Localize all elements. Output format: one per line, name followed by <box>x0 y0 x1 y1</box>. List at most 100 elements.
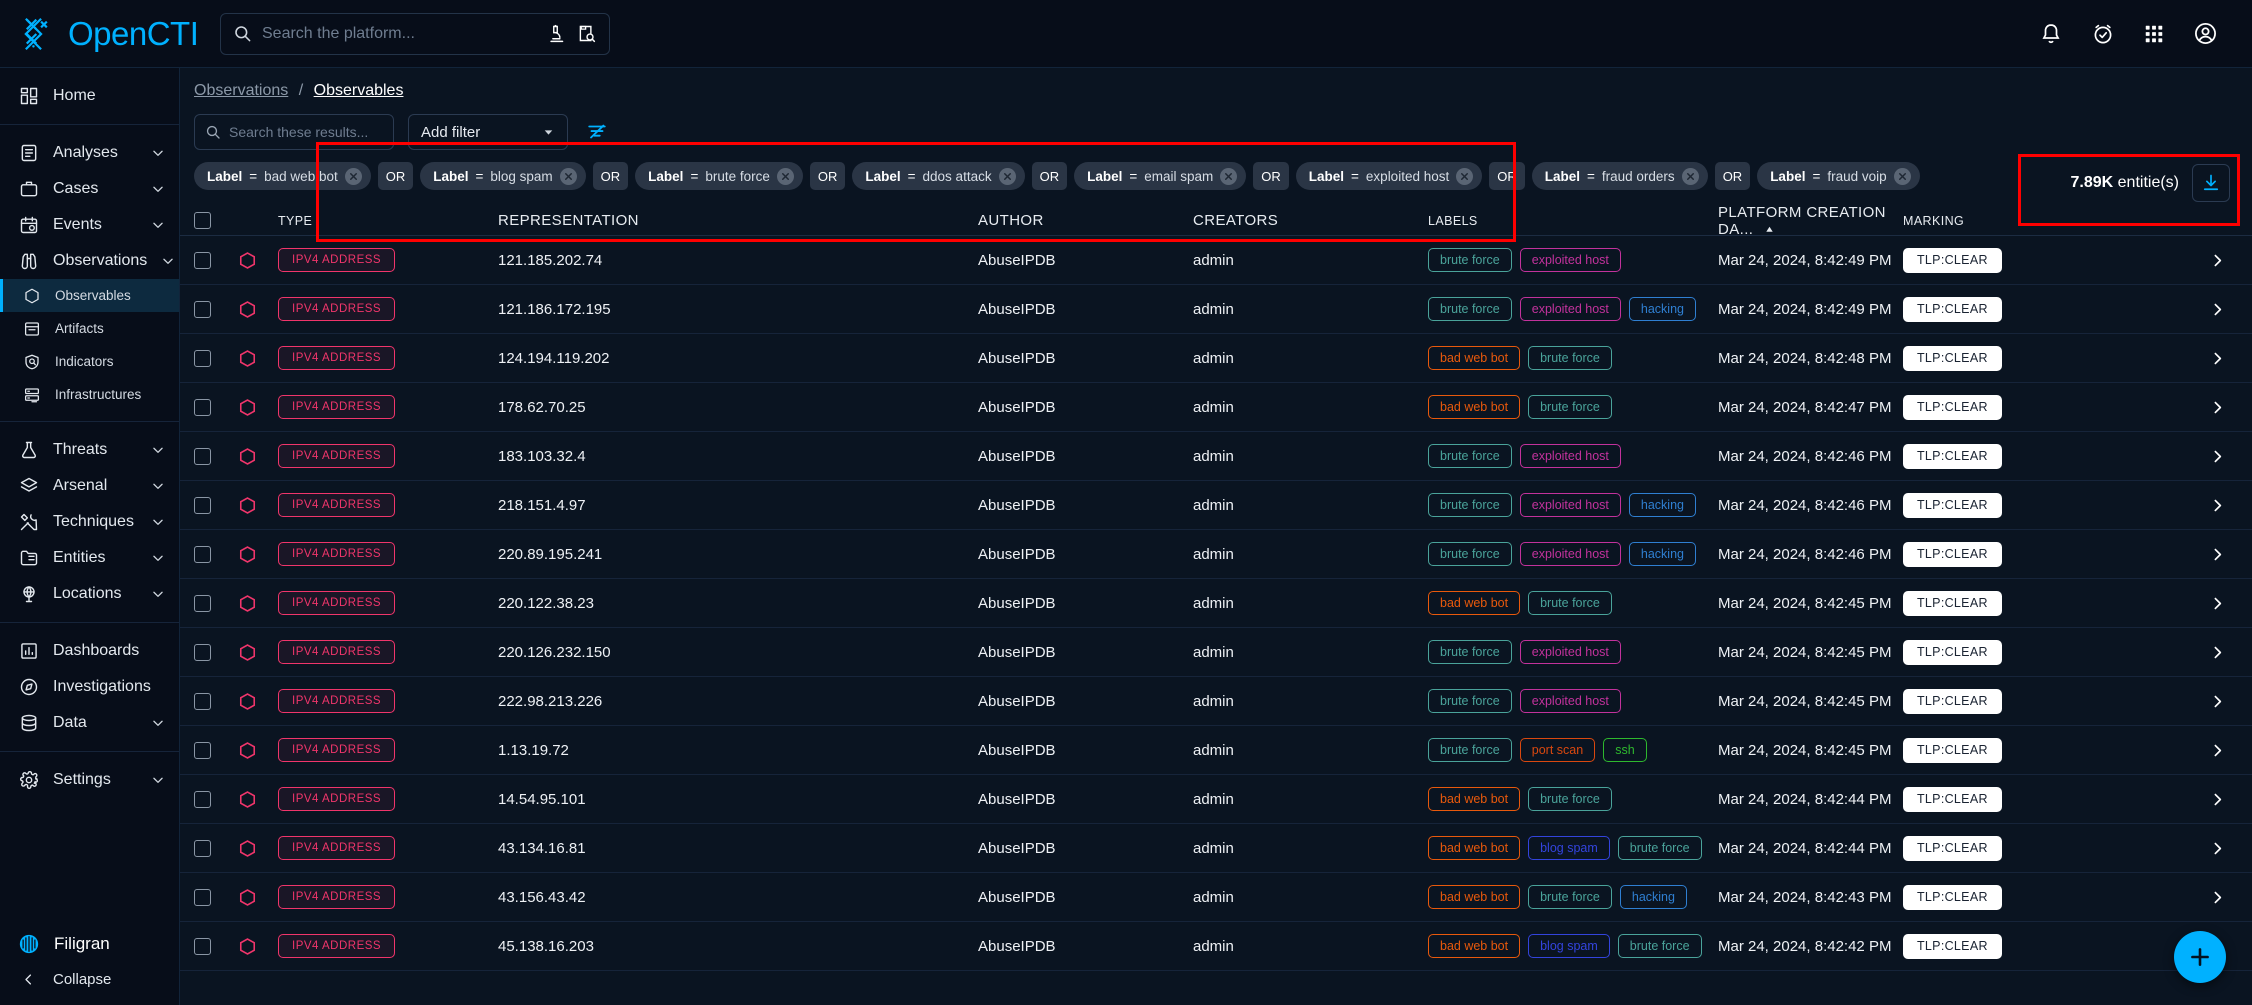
select-all-checkbox[interactable] <box>194 212 211 229</box>
label-pill[interactable]: hacking <box>1628 542 1696 566</box>
filter-operator[interactable]: OR <box>377 162 414 190</box>
sidebar-item-settings[interactable]: Settings <box>0 762 179 798</box>
label-pill[interactable]: exploited host <box>1519 297 1621 321</box>
table-row[interactable]: IPV4 ADDRESS 121.185.202.74 AbuseIPDB admin… <box>180 236 2252 285</box>
label-pill[interactable]: hacking <box>1619 885 1687 909</box>
sidebar-item-threats[interactable]: Threats <box>0 432 179 468</box>
label-pill[interactable]: brute force <box>1428 248 1512 272</box>
label-pill[interactable]: bad web bot <box>1428 591 1521 615</box>
breadcrumb-parent[interactable]: Observations <box>194 82 288 99</box>
label-pill[interactable]: bad web bot <box>1428 395 1521 419</box>
results-search-input[interactable] <box>229 124 383 140</box>
row-open-chevron-icon[interactable] <box>2083 497 2252 514</box>
label-pill[interactable]: exploited host <box>1519 493 1621 517</box>
row-checkbox[interactable] <box>194 692 211 710</box>
row-checkbox[interactable] <box>194 349 211 367</box>
sidebar-item-artifacts[interactable]: Artifacts <box>0 312 179 345</box>
chevron-down-icon[interactable] <box>161 254 175 268</box>
label-pill[interactable]: exploited host <box>1519 248 1621 272</box>
header-labels[interactable]: Labels <box>1428 214 1718 228</box>
sidebar-collapse-button[interactable]: Collapse <box>0 963 179 995</box>
header-creators[interactable]: Creators <box>1193 212 1428 229</box>
table-row[interactable]: IPV4 ADDRESS 1.13.19.72 AbuseIPDB admin brut… <box>180 726 2252 775</box>
filter-chip-remove-icon[interactable] <box>1681 167 1699 185</box>
chevron-down-icon[interactable] <box>151 551 165 565</box>
clear-filters-button[interactable] <box>582 121 612 143</box>
sidebar-item-locations[interactable]: Locations <box>0 576 179 612</box>
label-pill[interactable]: hacking <box>1628 297 1696 321</box>
sidebar-item-cases[interactable]: Cases <box>0 171 179 207</box>
label-pill[interactable]: port scan <box>1519 738 1596 762</box>
label-pill[interactable]: brute force <box>1428 738 1512 762</box>
chevron-down-icon[interactable] <box>151 479 165 493</box>
notifications-bell-icon[interactable] <box>2039 22 2063 46</box>
label-pill[interactable]: hacking <box>1628 493 1696 517</box>
row-open-chevron-icon[interactable] <box>2083 889 2252 906</box>
label-pill[interactable]: blog spam <box>1528 934 1610 958</box>
label-pill[interactable]: bad web bot <box>1428 836 1521 860</box>
chevron-down-icon[interactable] <box>151 773 165 787</box>
row-open-chevron-icon[interactable] <box>2083 840 2252 857</box>
filter-chip-remove-icon[interactable] <box>1893 167 1911 185</box>
filter-chip-remove-icon[interactable] <box>559 167 577 185</box>
filter-chip[interactable]: Label = fraud orders <box>1531 162 1708 190</box>
table-row[interactable]: IPV4 ADDRESS 220.89.195.241 AbuseIPDB admin… <box>180 530 2252 579</box>
table-row[interactable]: IPV4 ADDRESS 220.122.38.23 AbuseIPDB admin b… <box>180 579 2252 628</box>
header-platform-creation-date[interactable]: Platform creation da... <box>1718 206 1903 238</box>
sidebar-item-analyses[interactable]: Analyses <box>0 135 179 171</box>
filter-chip-remove-icon[interactable] <box>344 167 362 185</box>
table-row[interactable]: IPV4 ADDRESS 43.134.16.81 AbuseIPDB admin ba… <box>180 824 2252 873</box>
row-open-chevron-icon[interactable] <box>2083 693 2252 710</box>
filter-operator[interactable]: OR <box>1714 162 1751 190</box>
label-pill[interactable]: brute force <box>1428 689 1512 713</box>
filter-chip[interactable]: Label = bad web bot <box>194 162 371 190</box>
filter-chip[interactable]: Label = ddos attack <box>852 162 1025 190</box>
label-pill[interactable]: blog spam <box>1528 836 1610 860</box>
filter-operator[interactable]: OR <box>1253 162 1289 190</box>
label-pill[interactable]: brute force <box>1528 885 1612 909</box>
row-open-chevron-icon[interactable] <box>2083 448 2252 465</box>
table-row[interactable]: IPV4 ADDRESS 220.126.232.150 AbuseIPDB admi… <box>180 628 2252 677</box>
row-open-chevron-icon[interactable] <box>2083 644 2252 661</box>
row-open-chevron-icon[interactable] <box>2083 301 2252 318</box>
row-open-chevron-icon[interactable] <box>2083 546 2252 563</box>
table-row[interactable]: IPV4 ADDRESS 14.54.95.101 AbuseIPDB admin ba… <box>180 775 2252 824</box>
label-pill[interactable]: bad web bot <box>1428 346 1521 370</box>
row-open-chevron-icon[interactable] <box>2083 938 2252 955</box>
filter-chip[interactable]: Label = brute force <box>635 162 803 190</box>
sidebar-item-events[interactable]: Events <box>0 207 179 243</box>
table-row[interactable]: IPV4 ADDRESS 121.186.172.195 AbuseIPDB admi… <box>180 285 2252 334</box>
row-open-chevron-icon[interactable] <box>2083 399 2252 416</box>
label-pill[interactable]: brute force <box>1428 444 1512 468</box>
account-avatar-icon[interactable] <box>2193 21 2218 46</box>
filter-chip[interactable]: Label = fraud voip <box>1757 162 1920 190</box>
label-pill[interactable]: brute force <box>1428 493 1512 517</box>
sidebar-item-techniques[interactable]: Techniques <box>0 504 179 540</box>
chevron-down-icon[interactable] <box>151 716 165 730</box>
label-pill[interactable]: exploited host <box>1519 689 1621 713</box>
filter-chip[interactable]: Label = blog spam <box>420 162 586 190</box>
alarm-check-icon[interactable] <box>2091 22 2115 46</box>
table-row[interactable]: IPV4 ADDRESS 218.151.4.97 AbuseIPDB admin br… <box>180 481 2252 530</box>
chevron-down-icon[interactable] <box>151 182 165 196</box>
filter-operator[interactable]: OR <box>592 162 629 190</box>
table-row[interactable]: IPV4 ADDRESS 45.138.16.203 AbuseIPDB admin b… <box>180 922 2252 971</box>
table-row[interactable]: IPV4 ADDRESS 43.156.43.42 AbuseIPDB admin ba… <box>180 873 2252 922</box>
label-pill[interactable]: bad web bot <box>1428 934 1521 958</box>
label-pill[interactable]: brute force <box>1528 346 1612 370</box>
row-checkbox[interactable] <box>194 398 211 416</box>
row-checkbox[interactable] <box>194 594 211 612</box>
filter-operator[interactable]: OR <box>1489 162 1525 190</box>
label-pill[interactable]: exploited host <box>1519 444 1621 468</box>
label-pill[interactable]: bad web bot <box>1428 885 1521 909</box>
label-pill[interactable]: brute force <box>1428 297 1512 321</box>
clipboard-search-icon[interactable] <box>576 23 597 44</box>
row-checkbox[interactable] <box>194 741 211 759</box>
filter-operator[interactable]: OR <box>1031 162 1068 190</box>
sidebar-item-data[interactable]: Data <box>0 705 179 741</box>
sidebar-item-home[interactable]: Home <box>0 78 179 114</box>
filter-chip-remove-icon[interactable] <box>1456 167 1474 185</box>
label-pill[interactable]: brute force <box>1528 591 1612 615</box>
filter-chip-remove-icon[interactable] <box>776 167 794 185</box>
create-observable-button[interactable] <box>2174 931 2226 983</box>
